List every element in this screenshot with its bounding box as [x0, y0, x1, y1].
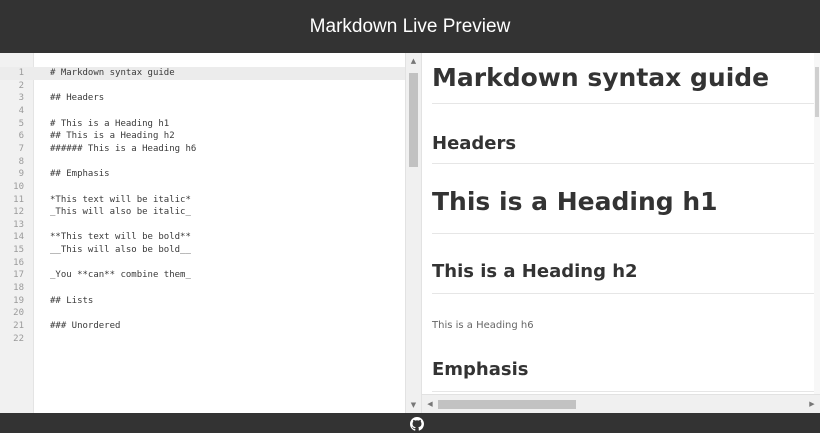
- heading-divider: [432, 233, 817, 234]
- preview-heading-h2: Emphasis: [432, 359, 529, 380]
- line-number: 13: [13, 219, 24, 230]
- editor-line-text: ## Lists: [50, 295, 94, 306]
- editor-line[interactable]: 5 # This is a Heading h1: [0, 118, 405, 131]
- line-number: 17: [13, 270, 24, 281]
- preview-heading-h1: This is a Heading h1: [432, 187, 718, 216]
- editor-line[interactable]: 21 ### Unordered: [0, 320, 405, 333]
- line-number: 3: [18, 93, 24, 104]
- editor-line-text: *This text will be italic*: [50, 194, 191, 205]
- line-number: 16: [13, 257, 24, 268]
- editor-line[interactable]: 12 _This will also be italic_: [0, 206, 405, 219]
- line-number: 5: [18, 118, 24, 129]
- line-number: 2: [18, 80, 24, 91]
- editor-line[interactable]: 4: [0, 105, 405, 118]
- triangle-left-icon[interactable]: ◀: [424, 395, 436, 413]
- editor-line[interactable]: 7 ###### This is a Heading h6: [0, 143, 405, 156]
- line-number: 6: [18, 131, 24, 142]
- editor-line[interactable]: 19 ## Lists: [0, 295, 405, 308]
- editor-line-text: _This will also be italic_: [50, 207, 191, 218]
- editor-line[interactable]: 6 ## This is a Heading h2: [0, 130, 405, 143]
- line-number: 15: [13, 245, 24, 256]
- line-number: 12: [13, 207, 24, 218]
- editor-line[interactable]: 1 # Markdown syntax guide: [0, 67, 405, 80]
- editor-scroll-thumb[interactable]: [409, 73, 418, 167]
- github-icon[interactable]: [410, 417, 424, 431]
- heading-divider: [432, 391, 817, 392]
- line-number: 19: [13, 295, 24, 306]
- preview-pane: Markdown syntax guide Headers This is a …: [422, 53, 820, 394]
- editor-line-text: _You **can** combine them_: [50, 270, 191, 281]
- editor-line[interactable]: 2: [0, 80, 405, 93]
- editor-line[interactable]: 20: [0, 307, 405, 320]
- editor-line[interactable]: 10: [0, 181, 405, 194]
- editor-line[interactable]: 22: [0, 333, 405, 346]
- app-title: Markdown Live Preview: [309, 15, 511, 37]
- line-number: 9: [18, 169, 24, 180]
- editor-line-text: ## This is a Heading h2: [50, 131, 175, 142]
- editor-line[interactable]: 3 ## Headers: [0, 92, 405, 105]
- markdown-editor[interactable]: 1 # Markdown syntax guide 2 3 ## Headers 4 5 # …: [0, 53, 405, 413]
- editor-line[interactable]: 8: [0, 156, 405, 169]
- editor-line-text: ## Emphasis: [50, 169, 110, 180]
- editor-line-text: ###### This is a Heading h6: [50, 143, 197, 154]
- editor-line[interactable]: 17 _You **can** combine them_: [0, 269, 405, 282]
- line-number: 20: [13, 308, 24, 319]
- editor-line[interactable]: 14 **This text will be bold**: [0, 231, 405, 244]
- editor-line-text: ### Unordered: [50, 321, 121, 331]
- line-number: 14: [13, 232, 24, 243]
- app-header: Markdown Live Preview: [0, 0, 820, 53]
- editor-line-text: # Markdown syntax guide: [50, 68, 175, 78]
- preview-vertical-scrollbar[interactable]: [814, 53, 820, 394]
- editor-line[interactable]: 11 *This text will be italic*: [0, 194, 405, 207]
- line-number: 18: [13, 283, 24, 294]
- line-number: 4: [18, 105, 24, 116]
- triangle-up-icon[interactable]: ▲: [406, 55, 421, 67]
- editor-line-text: **This text will be bold**: [50, 232, 191, 243]
- editor-line-text: __This will also be bold__: [50, 245, 191, 256]
- line-number: 22: [13, 333, 24, 344]
- line-number: 7: [18, 143, 24, 154]
- editor-vertical-scrollbar[interactable]: ▲ ▼: [405, 53, 422, 413]
- editor-line-text: ## Headers: [50, 93, 105, 104]
- heading-divider: [432, 103, 817, 104]
- line-number: 10: [13, 181, 24, 192]
- preview-heading-h2: This is a Heading h2: [432, 261, 638, 282]
- editor-line[interactable]: 18: [0, 282, 405, 295]
- triangle-down-icon[interactable]: ▼: [406, 399, 421, 411]
- preview-hscroll-thumb[interactable]: [438, 400, 576, 409]
- line-number: 11: [13, 194, 24, 205]
- editor-line[interactable]: 9 ## Emphasis: [0, 168, 405, 181]
- preview-scroll-thumb[interactable]: [815, 67, 819, 117]
- preview-heading-h1: Markdown syntax guide: [432, 63, 770, 92]
- preview-heading-h2: Headers: [432, 133, 517, 154]
- triangle-right-icon[interactable]: ▶: [806, 395, 818, 413]
- heading-divider: [432, 293, 817, 294]
- heading-divider: [432, 163, 817, 164]
- editor-line[interactable]: 15 __This will also be bold__: [0, 244, 405, 257]
- line-number: 8: [18, 156, 24, 167]
- editor-line[interactable]: 13: [0, 219, 405, 232]
- editor-line-text: # This is a Heading h1: [50, 118, 170, 129]
- line-number: 21: [13, 321, 24, 331]
- line-number: 1: [18, 68, 24, 78]
- app-footer: [0, 413, 820, 433]
- editor-line[interactable]: 16: [0, 257, 405, 270]
- preview-heading-h6: This is a Heading h6: [432, 320, 534, 331]
- preview-horizontal-scrollbar[interactable]: ◀ ▶: [422, 394, 820, 413]
